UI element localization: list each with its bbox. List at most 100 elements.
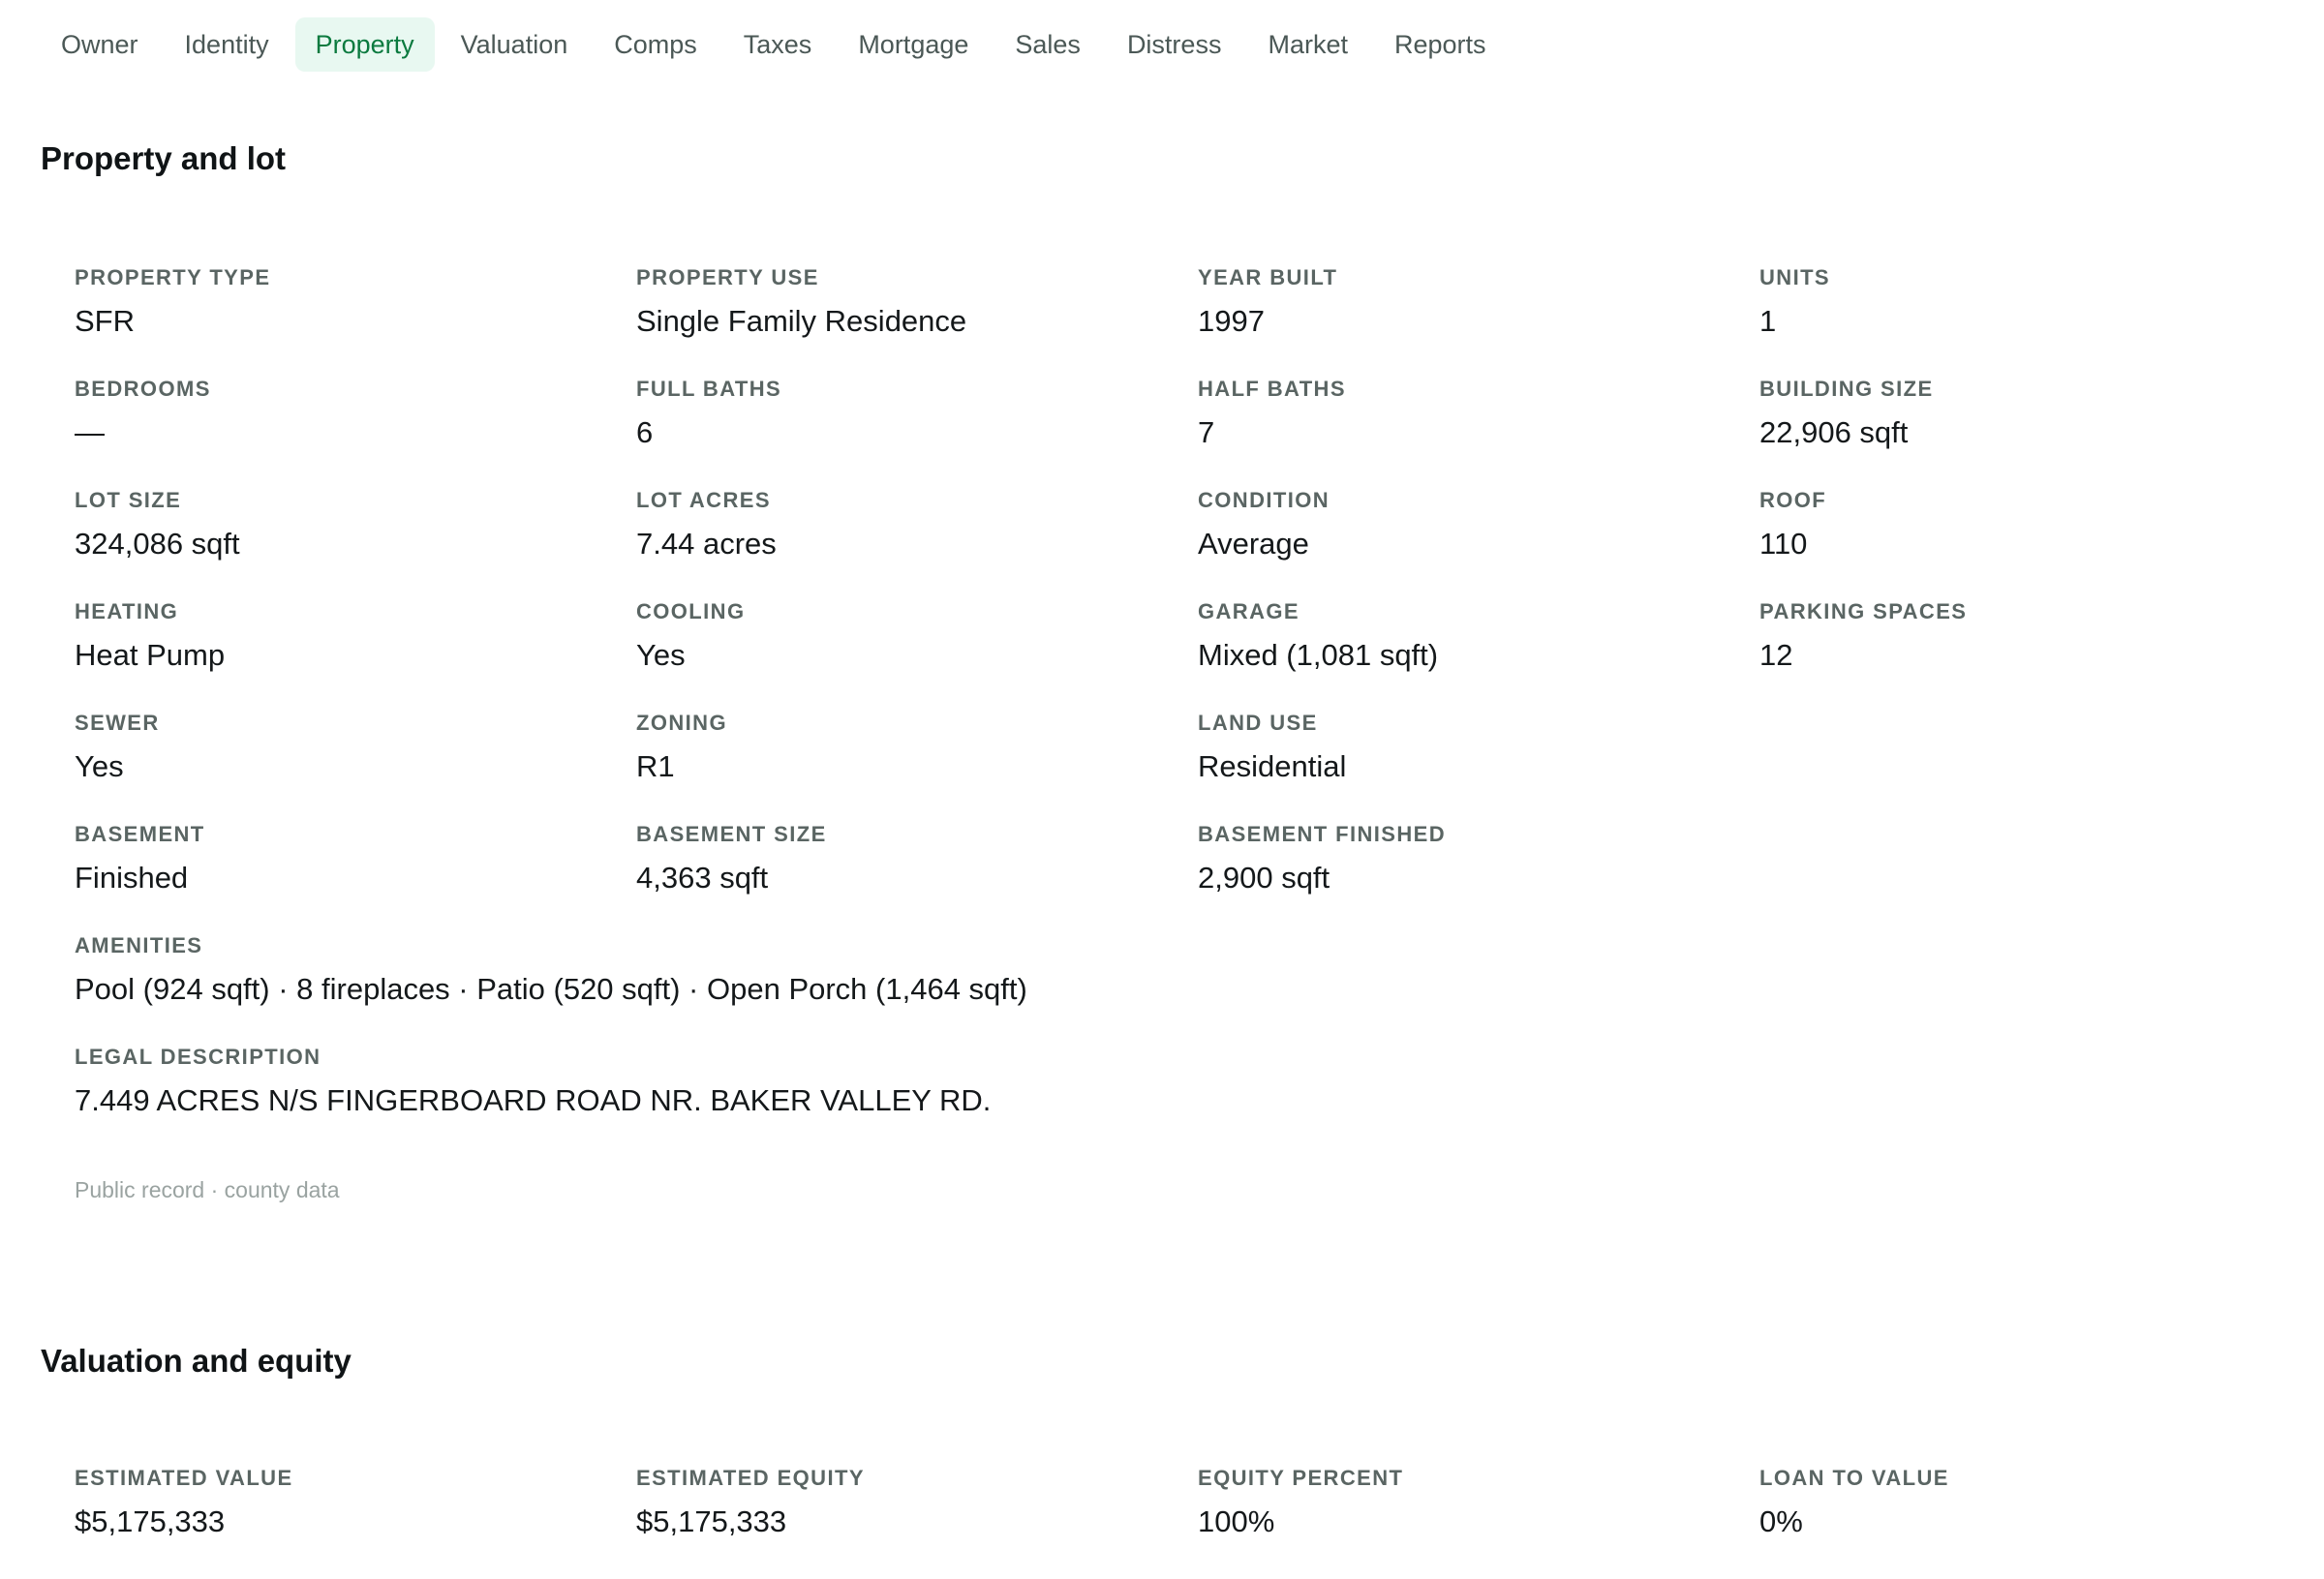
field-value: $5,175,333 <box>636 1504 787 1538</box>
field-empty <box>1759 713 2321 824</box>
field-value: R1 <box>636 749 675 783</box>
field-estimated-equity: ESTIMATED EQUITY $5,175,333 <box>636 1468 1198 1579</box>
field-label: LOT SIZE <box>75 488 182 512</box>
field-label: COOLING <box>636 599 746 623</box>
field-label: LOT ACRES <box>636 488 771 512</box>
tab-sales[interactable]: Sales <box>994 17 1101 72</box>
field-value: 1 <box>1759 304 1777 338</box>
field-roof: ROOF 110 <box>1759 490 2321 601</box>
field-zoning: ZONING R1 <box>636 713 1198 824</box>
field-bedrooms: BEDROOMS — <box>75 379 636 490</box>
field-loan-to-value: LOAN TO VALUE 0% <box>1759 1468 2321 1579</box>
field-label: UNITS <box>1759 265 1830 289</box>
field-value: Average <box>1198 527 1309 561</box>
field-label: BASEMENT SIZE <box>636 822 827 846</box>
field-value: 100% <box>1198 1504 1275 1538</box>
field-value: 1997 <box>1198 304 1265 338</box>
valuation-section-title: Valuation and equity <box>41 1343 352 1379</box>
tab-taxes[interactable]: Taxes <box>723 17 833 72</box>
field-value: 7.44 acres <box>636 527 777 561</box>
tab-owner[interactable]: Owner <box>41 17 159 72</box>
field-value: 12 <box>1759 638 1793 672</box>
field-label: BASEMENT FINISHED <box>1198 822 1447 846</box>
field-label: ZONING <box>636 711 727 735</box>
property-fields-grid: PROPERTY TYPE SFR PROPERTY USE Single Fa… <box>75 267 2321 1158</box>
field-label: LAND USE <box>1198 711 1318 735</box>
field-label: BEDROOMS <box>75 377 211 401</box>
tab-comps[interactable]: Comps <box>594 17 718 72</box>
field-value: 7.449 ACRES N/S FINGERBOARD ROAD NR. BAK… <box>75 1083 992 1117</box>
field-half-baths: HALF BATHS 7 <box>1198 379 1759 490</box>
field-value: 110 <box>1759 527 1808 561</box>
field-legal-description: LEGAL DESCRIPTION 7.449 ACRES N/S FINGER… <box>75 1047 2321 1158</box>
tab-market[interactable]: Market <box>1247 17 1368 72</box>
field-value: SFR <box>75 304 135 338</box>
field-basement-finished: BASEMENT FINISHED 2,900 sqft <box>1198 824 1759 935</box>
field-label: YEAR BUILT <box>1198 265 1338 289</box>
field-label: ESTIMATED EQUITY <box>636 1466 865 1490</box>
field-value: Single Family Residence <box>636 304 967 338</box>
field-value: 2,900 sqft <box>1198 861 1330 895</box>
field-label: GARAGE <box>1198 599 1300 623</box>
field-label: PROPERTY USE <box>636 265 819 289</box>
field-label: AMENITIES <box>75 933 203 957</box>
field-label: FULL BATHS <box>636 377 782 401</box>
field-value: Yes <box>75 749 124 783</box>
field-property-use: PROPERTY USE Single Family Residence <box>636 267 1198 379</box>
field-value: Pool (924 sqft) · 8 fireplaces · Patio (… <box>75 972 1027 1006</box>
field-value: $5,175,333 <box>75 1504 226 1538</box>
field-label: LEGAL DESCRIPTION <box>75 1045 321 1069</box>
field-value: Residential <box>1198 749 1347 783</box>
field-value: Mixed (1,081 sqft) <box>1198 638 1439 672</box>
field-sewer: SEWER Yes <box>75 713 636 824</box>
field-value: Heat Pump <box>75 638 226 672</box>
field-value: 324,086 sqft <box>75 527 240 561</box>
field-label: SEWER <box>75 711 160 735</box>
field-value: 7 <box>1198 415 1215 449</box>
field-estimated-value: ESTIMATED VALUE $5,175,333 <box>75 1468 636 1579</box>
field-label: HALF BATHS <box>1198 377 1346 401</box>
tab-mortgage[interactable]: Mortgage <box>838 17 989 72</box>
field-parking-spaces: PARKING SPACES 12 <box>1759 601 2321 713</box>
field-label: ESTIMATED VALUE <box>75 1466 293 1490</box>
field-value: Yes <box>636 638 686 672</box>
field-label: BASEMENT <box>75 822 205 846</box>
field-value: — <box>75 415 105 449</box>
tab-valuation[interactable]: Valuation <box>441 17 589 72</box>
field-units: UNITS 1 <box>1759 267 2321 379</box>
field-label: LOAN TO VALUE <box>1759 1466 1949 1490</box>
field-label: PARKING SPACES <box>1759 599 1968 623</box>
field-value: Finished <box>75 861 189 895</box>
field-land-use: LAND USE Residential <box>1198 713 1759 824</box>
field-value: 0% <box>1759 1504 1803 1538</box>
field-value: 4,363 sqft <box>636 861 769 895</box>
field-garage: GARAGE Mixed (1,081 sqft) <box>1198 601 1759 713</box>
field-value: 6 <box>636 415 654 449</box>
tab-identity[interactable]: Identity <box>165 17 290 72</box>
field-property-type: PROPERTY TYPE SFR <box>75 267 636 379</box>
tab-reports[interactable]: Reports <box>1374 17 1507 72</box>
field-label: ROOF <box>1759 488 1827 512</box>
field-label: CONDITION <box>1198 488 1330 512</box>
field-label: EQUITY PERCENT <box>1198 1466 1404 1490</box>
source-footnote: Public record · county data <box>75 1177 340 1202</box>
field-empty <box>1759 824 2321 935</box>
valuation-fields-grid: ESTIMATED VALUE $5,175,333 ESTIMATED EQU… <box>75 1468 2321 1579</box>
field-lot-size: LOT SIZE 324,086 sqft <box>75 490 636 601</box>
tab-property[interactable]: Property <box>294 17 435 72</box>
field-year-built: YEAR BUILT 1997 <box>1198 267 1759 379</box>
field-label: BUILDING SIZE <box>1759 377 1934 401</box>
tab-distress[interactable]: Distress <box>1107 17 1242 72</box>
field-building-size: BUILDING SIZE 22,906 sqft <box>1759 379 2321 490</box>
field-lot-acres: LOT ACRES 7.44 acres <box>636 490 1198 601</box>
section-tabs: Owner Identity Property Valuation Comps … <box>41 17 1513 72</box>
field-label: HEATING <box>75 599 179 623</box>
field-basement: BASEMENT Finished <box>75 824 636 935</box>
property-section-title: Property and lot <box>41 140 287 176</box>
field-basement-size: BASEMENT SIZE 4,363 sqft <box>636 824 1198 935</box>
field-value: 22,906 sqft <box>1759 415 1909 449</box>
field-amenities: AMENITIES Pool (924 sqft) · 8 fireplaces… <box>75 935 2321 1047</box>
field-cooling: COOLING Yes <box>636 601 1198 713</box>
field-label: PROPERTY TYPE <box>75 265 271 289</box>
field-equity-percent: EQUITY PERCENT 100% <box>1198 1468 1759 1579</box>
